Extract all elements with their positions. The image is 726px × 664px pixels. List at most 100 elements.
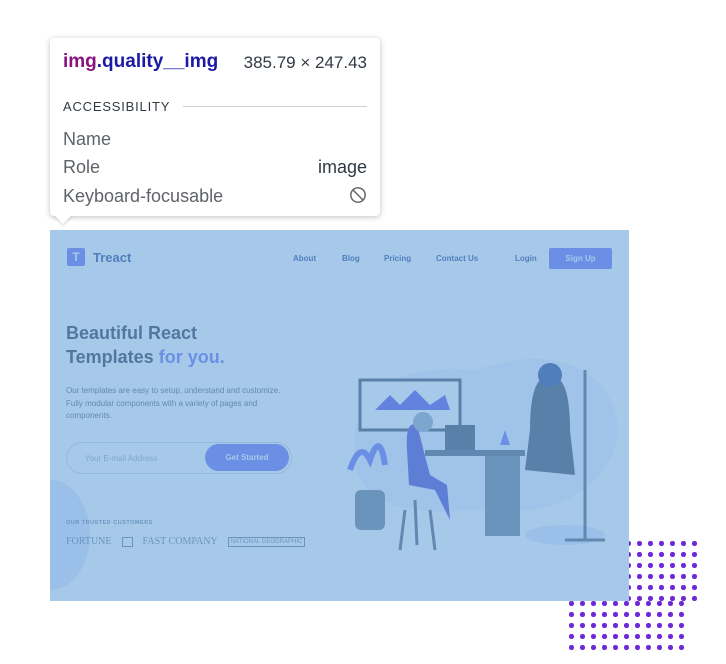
dot (569, 612, 574, 617)
keyboard-focusable-label: Keyboard-focusable (63, 186, 224, 206)
dot (635, 601, 640, 606)
dot (657, 634, 662, 639)
fortune-logo: FORTUNE (66, 536, 112, 547)
dot (613, 645, 618, 650)
dot (659, 563, 664, 568)
nav-link-blog[interactable]: Blog (342, 254, 360, 263)
dot (602, 645, 607, 650)
dot (692, 563, 697, 568)
site-header: T Treact About Blog Pricing Contact Us L… (50, 230, 629, 286)
dot (602, 634, 607, 639)
dot (659, 585, 664, 590)
nav-link-pricing[interactable]: Pricing (384, 254, 411, 263)
accessibility-heading: ACCESSIBILITY (63, 99, 171, 114)
dot (602, 612, 607, 617)
dot (659, 596, 664, 601)
dot (679, 623, 684, 628)
brand-name: Treact (93, 249, 132, 265)
dot (648, 574, 653, 579)
dot (692, 541, 697, 546)
hero-title-accent: for you. (158, 347, 225, 367)
dot (668, 612, 673, 617)
element-tag: img (63, 51, 97, 72)
dot (635, 634, 640, 639)
dot (602, 601, 607, 606)
tooltip-arrow (53, 214, 73, 224)
dot (646, 601, 651, 606)
dot (692, 596, 697, 601)
brand-logo[interactable]: T Treact (67, 248, 131, 266)
dot (613, 623, 618, 628)
hero-title-text: Templates (66, 347, 159, 367)
dot (679, 645, 684, 650)
dot (670, 596, 675, 601)
dot (637, 563, 642, 568)
role-label: Role (63, 157, 101, 177)
dot (679, 612, 684, 617)
dot (637, 596, 642, 601)
trusted-customers-heading: OUR TRUSTED CUSTOMERS (66, 520, 153, 526)
get-started-button[interactable]: Get Started (205, 444, 289, 471)
dot (646, 623, 651, 628)
dot (670, 563, 675, 568)
dot (668, 601, 673, 606)
section-divider (183, 106, 367, 107)
dot (679, 634, 684, 639)
dot (670, 552, 675, 557)
nav-link-about[interactable]: About (293, 254, 316, 263)
dot (681, 574, 686, 579)
dot (646, 634, 651, 639)
dot-pattern-decoration (569, 601, 690, 656)
dot (692, 585, 697, 590)
dot (692, 552, 697, 557)
role-value: image (317, 157, 367, 177)
dot (580, 645, 585, 650)
dot (657, 645, 662, 650)
element-selector: img.quality__img (63, 51, 218, 73)
background-blob (50, 480, 90, 590)
name-label: Name (63, 129, 112, 149)
dot (648, 585, 653, 590)
dot (637, 541, 642, 546)
dot (648, 541, 653, 546)
dot (681, 541, 686, 546)
dot (580, 634, 585, 639)
nav-link-contact[interactable]: Contact Us (436, 254, 478, 263)
dot (670, 574, 675, 579)
dot (591, 612, 596, 617)
signup-button[interactable]: Sign Up (549, 248, 612, 269)
dot (668, 623, 673, 628)
dot (591, 634, 596, 639)
fast-company-logo: FAST COMPANY (142, 536, 218, 547)
national-geographic-logo: NATIONAL GEOGRAPHIC (227, 536, 306, 547)
woman-at-desk-illustration (347, 358, 618, 551)
dot (637, 585, 642, 590)
element-size: 385.79 × 247.43 (243, 53, 367, 72)
dot (681, 585, 686, 590)
hero-title-line2: Templates for you. (66, 345, 225, 369)
dot (659, 574, 664, 579)
dot (591, 601, 596, 606)
dot (681, 563, 686, 568)
hero-title-line1: Beautiful React (66, 323, 198, 343)
not-allowed-icon (350, 187, 366, 203)
customer-logos: FORTUNE FAST COMPANY NATIONAL GEOGRAPHIC (66, 536, 306, 547)
dot-pattern-decoration (626, 541, 703, 607)
dot (569, 634, 574, 639)
dot (624, 645, 629, 650)
element-class: .quality__img (96, 51, 219, 72)
quality-image: T Treact About Blog Pricing Contact Us L… (50, 230, 629, 601)
dot (613, 612, 618, 617)
dot (681, 552, 686, 557)
hero-title: Beautiful React Templates for you. (66, 321, 225, 369)
dot (648, 552, 653, 557)
dot (648, 563, 653, 568)
dot (591, 623, 596, 628)
dot (681, 596, 686, 601)
dot (602, 623, 607, 628)
dot (613, 634, 618, 639)
dot (635, 612, 640, 617)
login-link[interactable]: Login (515, 254, 537, 263)
dot (637, 552, 642, 557)
dot (580, 601, 585, 606)
